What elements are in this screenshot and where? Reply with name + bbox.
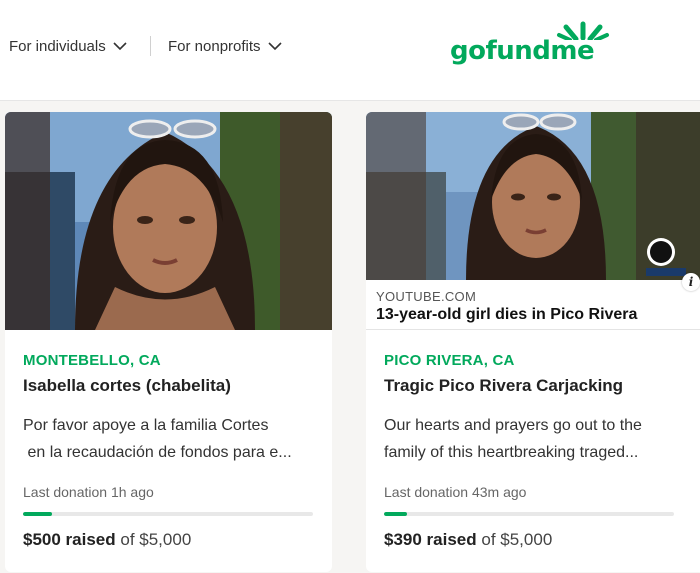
progress-bar: [384, 512, 674, 516]
fundraiser-card[interactable]: MONTEBELLO, CA Isabella cortes (chabelit…: [5, 112, 332, 572]
goal-amount: of $5,000: [120, 530, 192, 549]
fundraiser-photo: [366, 112, 700, 280]
description-line: en la recaudación de fondos para e...: [23, 444, 292, 461]
last-donation: Last donation 1h ago: [23, 484, 154, 500]
description-line: Our hearts and prayers go out to the: [384, 417, 642, 434]
nav-for-individuals-label: For individuals: [9, 38, 106, 55]
progress-fill: [384, 512, 407, 516]
link-preview-domain: YOUTUBE.COM: [376, 289, 477, 304]
raised-amount: $500 raised: [23, 530, 116, 549]
fundraiser-description: Por favor apoye a la familia Cortes en l…: [23, 412, 318, 466]
description-line: Por favor apoye a la familia Cortes: [23, 417, 269, 434]
link-preview-title: 13-year-old girl dies in Pico Rivera: [376, 306, 638, 323]
info-icon[interactable]: i: [682, 273, 700, 291]
fundraiser-title[interactable]: Tragic Pico Rivera Carjacking: [384, 376, 623, 396]
fundraiser-location: MONTEBELLO, CA: [23, 352, 161, 369]
logo-wordmark: gofundme: [450, 36, 595, 66]
link-preview[interactable]: YOUTUBE.COM 13-year-old girl dies in Pic…: [366, 280, 700, 330]
nav-for-individuals[interactable]: For individuals: [9, 38, 127, 55]
chevron-down-icon: [267, 42, 282, 51]
progress-bar: [23, 512, 313, 516]
amount-raised: $500 raised of $5,000: [23, 530, 191, 550]
nav-for-nonprofits[interactable]: For nonprofits: [168, 38, 282, 55]
fundraiser-location: PICO RIVERA, CA: [384, 352, 515, 369]
site-header: For individuals For nonprofits gofundme: [0, 0, 700, 101]
fundraiser-title[interactable]: Isabella cortes (chabelita): [23, 376, 231, 396]
raised-amount: $390 raised: [384, 530, 477, 549]
fundraiser-photo: [5, 112, 332, 330]
gofundme-logo[interactable]: gofundme: [450, 18, 610, 72]
last-donation: Last donation 43m ago: [384, 484, 527, 500]
fundraiser-description: Our hearts and prayers go out to the fam…: [384, 412, 679, 466]
amount-raised: $390 raised of $5,000: [384, 530, 552, 550]
nav-divider: [150, 36, 151, 56]
goal-amount: of $5,000: [481, 530, 553, 549]
fundraiser-card[interactable]: YOUTUBE.COM 13-year-old girl dies in Pic…: [366, 112, 700, 572]
progress-fill: [23, 512, 52, 516]
description-line: family of this heartbreaking traged...: [384, 444, 639, 461]
chevron-down-icon: [113, 42, 127, 51]
nav-for-nonprofits-label: For nonprofits: [168, 38, 261, 55]
